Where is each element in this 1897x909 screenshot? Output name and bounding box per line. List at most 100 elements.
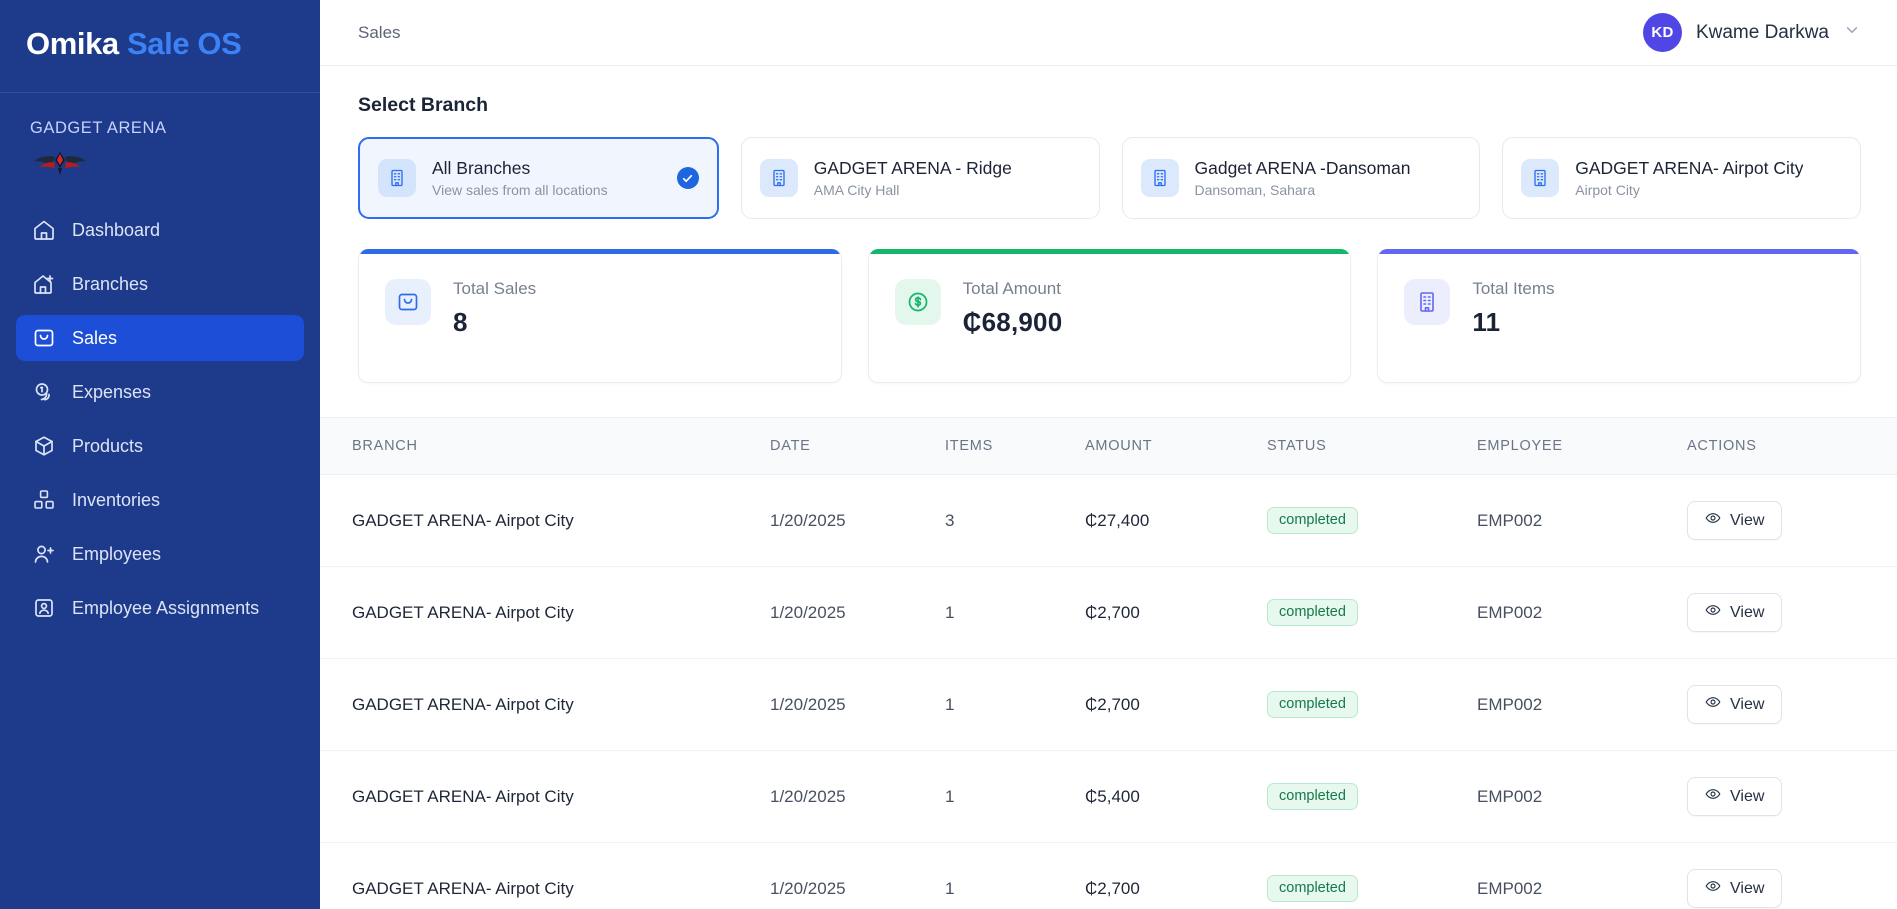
sidebar-item-dashboard[interactable]: Dashboard [16,207,304,253]
table-row[interactable]: GADGET ARENA- Airpot City 1/20/2025 1 ₵2… [320,566,1897,659]
cell-status: completed [1267,842,1477,909]
avatar: KD [1642,13,1682,52]
view-button[interactable]: View [1687,869,1783,908]
sidebar-item-inventories[interactable]: Inventories [16,477,304,523]
cell-items: 1 [945,566,1085,659]
stats-row: Total Sales 8 Total Amount ₵68,900 Total… [358,249,1862,383]
id-card-icon [32,596,56,620]
branch-card-text: Gadget ARENA -Dansoman Dansoman, Sahara [1195,158,1411,198]
brand-logo[interactable]: Omika Sale OS [0,0,320,92]
sidebar-item-employee-assignments[interactable]: Employee Assignments [16,585,304,631]
stat-label: Total Sales [453,279,537,298]
column-header-amount: AMOUNT [1085,418,1267,475]
eye-icon [1705,510,1721,531]
branch-card-title: Gadget ARENA -Dansoman [1194,158,1411,178]
column-header-items: ITEMS [945,418,1085,475]
cell-employee: EMP002 [1477,658,1687,751]
shopping-bag-icon [32,326,56,350]
branch-card-airpot-city[interactable]: GADGET ARENA- Airpot City Airpot City [1502,137,1861,219]
brand-name-primary: Omika [26,26,119,61]
org-block: GADGET ARENA [0,93,320,181]
stat-value: 8 [453,307,468,337]
cell-branch: GADGET ARENA- Airpot City [320,566,770,659]
cell-actions: View [1687,750,1897,843]
sidebar-item-label: Inventories [72,489,161,510]
cell-amount: ₵2,700 [1085,566,1267,659]
column-header-actions: ACTIONS [1687,418,1897,475]
sidebar-item-label: Products [72,435,144,456]
cell-date: 1/20/2025 [770,474,945,567]
cell-actions: View [1687,474,1897,567]
table-row[interactable]: GADGET ARENA- Airpot City 1/20/2025 1 ₵2… [320,842,1897,909]
cell-status: completed [1267,474,1477,567]
cell-employee: EMP002 [1477,842,1687,909]
user-name: Kwame Darkwa [1695,21,1829,43]
view-button[interactable]: View [1687,685,1783,724]
branch-card-text: GADGET ARENA - Ridge AMA City Hall [814,158,1012,198]
sidebar-item-label: Dashboard [72,219,161,240]
view-button[interactable]: View [1687,777,1783,816]
branch-card-text: GADGET ARENA- Airpot City Airpot City [1575,158,1803,198]
home-icon [32,218,56,242]
column-header-status: STATUS [1267,418,1477,475]
cell-items: 1 [945,658,1085,751]
cell-items: 1 [945,750,1085,843]
main-area: Sales KD Kwame Darkwa Select Branch All … [320,0,1897,909]
status-badge: completed [1267,875,1358,902]
sidebar: Omika Sale OS GADGET ARENA Dashboard Bra… [0,0,320,909]
branch-card-all-branches[interactable]: All Branches View sales from all locatio… [358,137,719,219]
cell-items: 3 [945,474,1085,567]
building-icon [1140,159,1179,197]
cell-employee: EMP002 [1477,750,1687,843]
cell-status: completed [1267,566,1477,659]
shopping-bag-icon [385,279,431,325]
sidebar-item-expenses[interactable]: Expenses [16,369,304,415]
cell-employee: EMP002 [1477,566,1687,659]
coins-icon [32,380,56,404]
table-row[interactable]: GADGET ARENA- Airpot City 1/20/2025 1 ₵2… [320,658,1897,751]
sidebar-nav: Dashboard Branches Sales Expenses Produc… [0,207,320,631]
topbar: Sales KD Kwame Darkwa [320,0,1897,66]
view-button[interactable]: View [1687,593,1783,632]
view-button-label: View [1730,511,1765,529]
cell-date: 1/20/2025 [770,750,945,843]
sidebar-item-label: Sales [72,327,118,348]
table-row[interactable]: GADGET ARENA- Airpot City 1/20/2025 3 ₵2… [320,474,1897,567]
brand-name-secondary: Sale OS [127,26,242,61]
page-title: Select Branch [358,94,489,116]
breadcrumb: Sales [358,22,401,42]
building-icon [759,159,798,197]
sidebar-item-label: Employees [72,543,162,564]
cell-date: 1/20/2025 [770,658,945,751]
cell-branch: GADGET ARENA- Airpot City [320,474,770,567]
cell-status: completed [1267,658,1477,751]
sidebar-item-employees[interactable]: Employees [16,531,304,577]
chevron-down-icon[interactable] [1843,21,1861,44]
cell-amount: ₵5,400 [1085,750,1267,843]
view-button-label: View [1730,787,1765,805]
user-menu[interactable]: KD Kwame Darkwa [1642,13,1861,52]
building-icon [1404,279,1451,325]
branch-card-dansoman[interactable]: Gadget ARENA -Dansoman Dansoman, Sahara [1121,137,1481,219]
sales-table: BRANCH DATE ITEMS AMOUNT STATUS EMPLOYEE… [320,418,1897,909]
branch-selector: All Branches View sales from all locatio… [358,137,1861,219]
branch-card-ridge[interactable]: GADGET ARENA - Ridge AMA City Hall [740,137,1100,219]
sidebar-item-label: Employee Assignments [72,597,260,618]
sidebar-item-sales[interactable]: Sales [16,315,304,361]
table-row[interactable]: GADGET ARENA- Airpot City 1/20/2025 1 ₵5… [320,750,1897,843]
cell-branch: GADGET ARENA- Airpot City [320,658,770,751]
cell-amount: ₵27,400 [1085,474,1267,567]
org-name: GADGET ARENA [30,119,167,137]
sidebar-item-label: Branches [72,273,149,294]
sidebar-item-products[interactable]: Products [16,423,304,469]
sidebar-item-branches[interactable]: Branches [16,261,304,307]
branch-card-subtitle: AMA City Hall [813,182,900,198]
page-content: Select Branch All Branches View sales fr… [320,66,1897,909]
boxes-icon [32,488,56,512]
view-button[interactable]: View [1687,501,1783,540]
branch-card-subtitle: Airpot City [1575,182,1640,198]
stat-label: Total Items [1472,279,1555,298]
cell-actions: View [1687,658,1897,751]
column-header-employee: EMPLOYEE [1477,418,1687,475]
check-circle-icon [676,167,699,189]
